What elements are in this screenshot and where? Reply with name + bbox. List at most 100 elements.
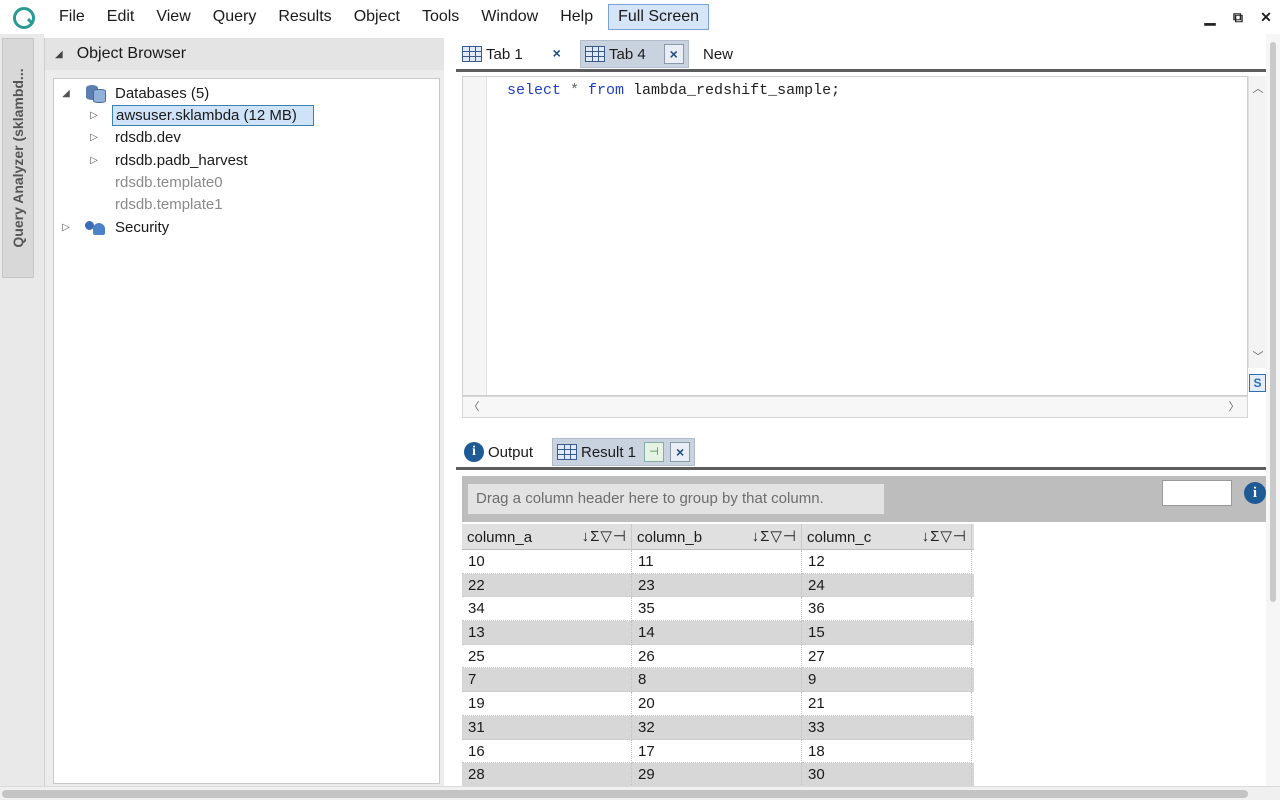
table-cell[interactable]: 29 (632, 763, 802, 787)
menu-help[interactable]: Help (549, 0, 604, 34)
column-header-a[interactable]: column_a ↓Σ▽⊣ (462, 524, 632, 550)
tab-output[interactable]: i Output (464, 438, 533, 466)
tree-item-db[interactable]: rdsdb.template0 (100, 171, 226, 193)
table-cell[interactable]: 22 (462, 573, 632, 598)
close-tab-icon[interactable]: × (663, 44, 684, 64)
table-row[interactable]: 19 20 21 (462, 692, 974, 716)
collapsed-triangle-icon[interactable]: ▷ (88, 155, 100, 166)
editor-horizontal-scrollbar[interactable]: 〈 〉 (462, 396, 1248, 418)
tree-item-db[interactable]: rdsdb.template1 (100, 193, 226, 215)
sort-sum-filter-pin-icons[interactable]: ↓Σ▽⊣ (922, 527, 967, 545)
tree-item-security[interactable]: ▷ Security (60, 216, 172, 238)
new-tab-button[interactable]: New (703, 40, 733, 68)
table-cell[interactable]: 26 (632, 644, 802, 669)
table-cell[interactable]: 36 (802, 597, 972, 622)
table-cell[interactable]: 28 (462, 763, 632, 787)
table-row[interactable]: 16 17 18 (462, 739, 974, 764)
table-row[interactable]: 34 35 36 (462, 597, 974, 622)
table-cell[interactable]: 20 (632, 692, 802, 716)
table-row[interactable]: 31 32 33 (462, 715, 974, 740)
table-row[interactable]: 789 (462, 668, 974, 693)
tab-result-1[interactable]: Result 1 ⊣ × (552, 438, 696, 466)
sql-line[interactable]: select * from lambda_redshift_sample; (507, 82, 840, 99)
table-cell[interactable]: 21 (802, 692, 972, 716)
collapsed-triangle-icon[interactable]: ▷ (88, 110, 100, 121)
scrollbar-thumb[interactable] (1270, 42, 1276, 602)
collapse-triangle-icon[interactable]: ◢ (55, 49, 63, 60)
scrollbar-thumb[interactable] (2, 790, 1248, 798)
table-cell[interactable]: 18 (802, 739, 972, 764)
menu-tools[interactable]: Tools (411, 0, 470, 34)
table-cell[interactable]: 8 (632, 668, 802, 693)
menu-edit[interactable]: Edit (96, 0, 146, 34)
column-header-label: column_b (637, 528, 703, 546)
scroll-up-icon[interactable]: ︿ (1249, 80, 1267, 98)
table-cell[interactable]: 7 (462, 668, 632, 693)
window-horizontal-scrollbar[interactable] (0, 786, 1280, 800)
tab-1[interactable]: Tab 1 × (462, 40, 567, 68)
table-row[interactable]: 22 23 24 (462, 573, 974, 598)
table-cell[interactable]: 13 (462, 621, 632, 645)
close-tab-icon[interactable]: × (547, 44, 567, 64)
table-cell[interactable]: 14 (632, 621, 802, 645)
restore-icon[interactable]: ⧉ (1224, 9, 1252, 26)
scroll-left-icon[interactable]: 〈 (465, 398, 483, 416)
table-cell[interactable]: 9 (802, 668, 972, 693)
expanded-triangle-icon[interactable]: ◢ (60, 88, 72, 99)
table-row[interactable]: 28 29 30 (462, 763, 974, 787)
table-cell[interactable]: 25 (462, 644, 632, 669)
collapsed-triangle-icon[interactable]: ▷ (88, 132, 100, 143)
table-cell[interactable]: 17 (632, 739, 802, 764)
menu-view[interactable]: View (145, 0, 201, 34)
query-analyzer-side-tab[interactable]: Query Analyzer (sklambd... (2, 38, 34, 278)
pin-icon[interactable]: ⊣ (644, 442, 665, 462)
sql-format-icon[interactable]: S (1249, 374, 1266, 392)
table-cell[interactable]: 32 (632, 715, 802, 740)
table-cell[interactable]: 24 (802, 573, 972, 598)
menu-results[interactable]: Results (267, 0, 342, 34)
table-cell[interactable]: 31 (462, 715, 632, 740)
tree-item-db[interactable]: ▷ rdsdb.padb_harvest (88, 149, 251, 171)
table-cell[interactable]: 16 (462, 739, 632, 764)
group-by-hint[interactable]: Drag a column header here to group by th… (468, 484, 884, 514)
users-icon (84, 218, 106, 236)
sort-sum-filter-pin-icons[interactable]: ↓Σ▽⊣ (582, 527, 627, 545)
menu-file[interactable]: File (48, 0, 96, 34)
grid-search-input[interactable] (1162, 480, 1232, 506)
window-vertical-scrollbar[interactable] (1266, 34, 1280, 786)
table-cell[interactable]: 35 (632, 597, 802, 622)
collapsed-triangle-icon[interactable]: ▷ (60, 222, 72, 233)
table-cell[interactable]: 15 (802, 621, 972, 645)
info-icon[interactable]: i (1244, 482, 1266, 504)
editor-vertical-scrollbar[interactable]: ︿ ﹀ (1248, 76, 1266, 368)
close-icon[interactable]: ✕ (1252, 9, 1280, 26)
table-cell[interactable]: 27 (802, 644, 972, 669)
column-header-c[interactable]: column_c ↓Σ▽⊣ (802, 524, 972, 550)
table-cell[interactable]: 33 (802, 715, 972, 740)
scroll-down-icon[interactable]: ﹀ (1249, 348, 1267, 366)
menu-window[interactable]: Window (470, 0, 549, 34)
sql-editor[interactable]: select * from lambda_redshift_sample; (462, 76, 1248, 396)
tree-item-db[interactable]: ▷ awsuser.sklambda (12 MB) (88, 104, 314, 126)
tree-item-db[interactable]: ▷ rdsdb.dev (88, 126, 184, 148)
minimize-icon[interactable]: ▁ (1196, 9, 1224, 26)
table-cell[interactable]: 34 (462, 597, 632, 622)
table-cell[interactable]: 11 (632, 550, 802, 574)
close-tab-icon[interactable]: × (670, 442, 691, 462)
table-cell[interactable]: 12 (802, 550, 972, 574)
menu-object[interactable]: Object (343, 0, 411, 34)
sort-sum-filter-pin-icons[interactable]: ↓Σ▽⊣ (752, 527, 797, 545)
table-cell[interactable]: 19 (462, 692, 632, 716)
table-cell[interactable]: 10 (462, 550, 632, 574)
full-screen-button[interactable]: Full Screen (608, 4, 710, 30)
table-cell[interactable]: 23 (632, 573, 802, 598)
column-header-b[interactable]: column_b ↓Σ▽⊣ (632, 524, 802, 550)
tab-4[interactable]: Tab 4 × (580, 40, 689, 68)
table-row[interactable]: 13 14 15 (462, 621, 974, 645)
scroll-right-icon[interactable]: 〉 (1225, 398, 1243, 416)
table-cell[interactable]: 30 (802, 763, 972, 787)
tree-item-databases[interactable]: ◢ Databases (5) (60, 82, 212, 104)
table-row[interactable]: 25 26 27 (462, 644, 974, 669)
menu-query[interactable]: Query (202, 0, 268, 34)
table-row[interactable]: 10 11 12 (462, 550, 974, 574)
